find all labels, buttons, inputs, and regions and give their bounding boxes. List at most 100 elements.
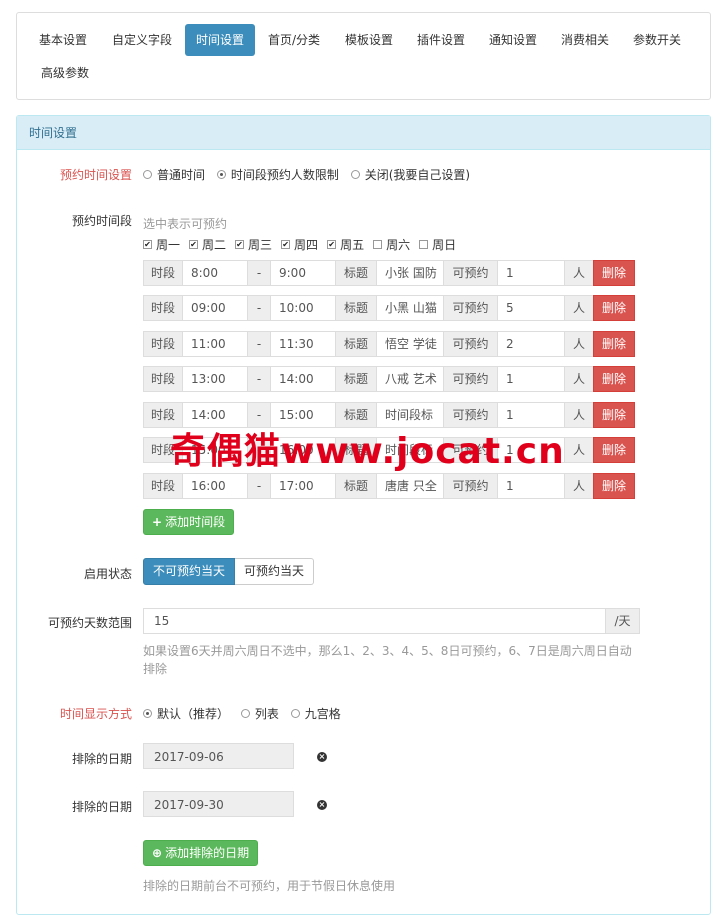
radio-selected-icon[interactable] <box>143 709 152 718</box>
checkbox-checked-icon[interactable]: ✔ <box>143 240 152 249</box>
slot-title-input[interactable]: 悟空 学徒 <box>376 331 444 357</box>
radio-icon[interactable] <box>350 170 360 179</box>
add-slot-button[interactable]: + 添加时间段 <box>143 509 235 535</box>
weekday-checkbox[interactable]: ✔ 周一 <box>143 238 180 252</box>
dash-addon: - <box>247 473 271 499</box>
weekday-checkbox[interactable]: ✔ 周二 <box>189 238 226 252</box>
days-range-label: 可预约天数范围 <box>47 616 132 630</box>
person-addon: 人 <box>564 402 594 428</box>
option-grid[interactable]: 九宫格 <box>290 707 341 721</box>
display-mode-label: 时间显示方式 <box>59 707 132 721</box>
weekday-checkbox[interactable]: ✔ 周三 <box>235 238 272 252</box>
dash-addon: - <box>247 331 271 357</box>
radio-icon[interactable] <box>143 170 152 179</box>
slot-start-input[interactable]: 11:00 <box>182 331 248 357</box>
slot-title-input[interactable]: 小张 国防 <box>376 260 444 286</box>
weekday-checkbox[interactable]: 周日 <box>419 238 456 252</box>
person-addon: 人 <box>564 260 594 286</box>
available-addon: 可预约 <box>443 295 498 321</box>
slot-title-input[interactable]: 八戒 艺术 <box>376 366 444 392</box>
available-addon: 可预约 <box>443 260 498 286</box>
delete-slot-button[interactable]: 删除 <box>593 366 635 392</box>
tab-custom-fields[interactable]: 自定义字段 <box>101 24 183 56</box>
radio-icon[interactable] <box>240 709 250 718</box>
watermark: 奇偶猫www.jocat.cn <box>170 431 565 472</box>
option-normal-time[interactable]: 普通时间 <box>143 168 205 182</box>
dash-addon: - <box>247 260 271 286</box>
slot-start-input[interactable]: 16:00 <box>182 473 248 499</box>
tab-notify[interactable]: 通知设置 <box>478 24 548 56</box>
slot-end-input[interactable]: 10:00 <box>270 295 336 321</box>
slot-count-input[interactable]: 5 <box>497 295 565 321</box>
toggle-today[interactable]: 可预约当天 <box>235 558 315 585</box>
dash-addon: - <box>247 295 271 321</box>
time-settings-panel: 时间设置 <box>16 115 711 915</box>
slot-title-input[interactable]: 唐唐 只全 <box>376 473 444 499</box>
slot-end-input[interactable]: 11:30 <box>270 331 336 357</box>
radio-icon[interactable] <box>290 709 300 718</box>
enable-status-label: 启用状态 <box>83 567 132 581</box>
option-off[interactable]: 关闭(我要自己设置) <box>350 168 470 182</box>
slot-count-input[interactable]: 2 <box>497 331 565 357</box>
excluded-hint: 排除的日期前台不可预约，用于节假日休息使用 <box>143 879 396 893</box>
option-list[interactable]: 列表 <box>240 707 279 721</box>
delete-slot-button[interactable]: 删除 <box>593 295 635 321</box>
excluded-date-input[interactable]: 2017-09-30 <box>143 791 294 817</box>
weekday-checkbox[interactable]: ✔ 周五 <box>327 238 364 252</box>
add-excluded-date-button[interactable]: ⊕ 添加排除的日期 <box>143 840 259 866</box>
slot-count-input[interactable]: 1 <box>497 473 565 499</box>
delete-slot-button[interactable]: 删除 <box>593 260 635 286</box>
person-addon: 人 <box>564 295 594 321</box>
slot-title-input[interactable]: 小黑 山猫 <box>376 295 444 321</box>
period-addon: 时段 <box>143 331 183 357</box>
days-range-input[interactable]: 15 <box>143 608 606 634</box>
toggle-not-today[interactable]: 不可预约当天 <box>143 558 236 585</box>
slot-end-input[interactable]: 14:00 <box>270 366 336 392</box>
slot-end-input[interactable]: 17:00 <box>270 473 336 499</box>
delete-slot-button[interactable]: 删除 <box>593 331 635 357</box>
tab-consumption[interactable]: 消费相关 <box>550 24 620 56</box>
checkbox-checked-icon[interactable]: ✔ <box>235 240 245 249</box>
enable-status-toggle: 不可预约当天 可预约当天 <box>143 558 315 585</box>
tab-switches[interactable]: 参数开关 <box>622 24 692 56</box>
slot-start-input[interactable]: 09:00 <box>182 295 248 321</box>
period-addon: 时段 <box>143 260 183 286</box>
delete-slot-button[interactable]: 删除 <box>593 402 635 428</box>
tab-template[interactable]: 模板设置 <box>334 24 404 56</box>
remove-date-icon[interactable]: × <box>317 800 327 810</box>
radio-selected-icon[interactable] <box>216 170 226 179</box>
person-addon: 人 <box>564 366 594 392</box>
slot-end-input[interactable]: 9:00 <box>270 260 336 286</box>
weekday-checkbox[interactable]: ✔ 周四 <box>281 238 318 252</box>
remove-date-icon[interactable]: × <box>317 752 327 762</box>
weekday-checkbox[interactable]: 周六 <box>373 238 410 252</box>
slot-start-input[interactable]: 8:00 <box>182 260 248 286</box>
tab-plugin[interactable]: 插件设置 <box>406 24 476 56</box>
reservation-setting-options: 普通时间 时间段预约人数限制 关闭(我要自己设置) <box>143 166 478 183</box>
checkbox-checked-icon[interactable]: ✔ <box>189 240 199 249</box>
display-mode-options: 默认（推荐） 列表 九宫格 <box>143 705 349 722</box>
delete-slot-button[interactable]: 删除 <box>593 437 635 463</box>
period-addon: 时段 <box>143 366 183 392</box>
checkbox-checked-icon[interactable]: ✔ <box>281 240 291 249</box>
option-default[interactable]: 默认（推荐） <box>143 707 229 721</box>
excluded-date-label: 排除的日期 <box>71 800 132 814</box>
checkbox-icon[interactable] <box>419 240 429 249</box>
excluded-date-input[interactable]: 2017-09-06 <box>143 743 294 769</box>
tab-basic[interactable]: 基本设置 <box>28 24 98 56</box>
checkbox-icon[interactable] <box>373 240 383 249</box>
title-addon: 标题 <box>335 331 377 357</box>
title-addon: 标题 <box>335 473 377 499</box>
slot-start-input[interactable]: 13:00 <box>182 366 248 392</box>
slots-hint: 选中表示可预约 <box>143 217 228 231</box>
checkbox-checked-icon[interactable]: ✔ <box>327 240 337 249</box>
slot-count-input[interactable]: 1 <box>497 366 565 392</box>
tab-advanced[interactable]: 高级参数 <box>30 57 100 89</box>
slot-count-input[interactable]: 1 <box>497 260 565 286</box>
tab-home-category[interactable]: 首页/分类 <box>257 24 331 56</box>
days-range-hint: 如果设置6天并周六周日不选中，那么1、2、3、4、5、8日可预约，6、7日是周六… <box>143 644 632 676</box>
option-slot-limit[interactable]: 时间段预约人数限制 <box>216 168 339 182</box>
available-addon: 可预约 <box>443 331 498 357</box>
tab-time-settings[interactable]: 时间设置 <box>185 24 256 56</box>
delete-slot-button[interactable]: 删除 <box>593 473 635 499</box>
